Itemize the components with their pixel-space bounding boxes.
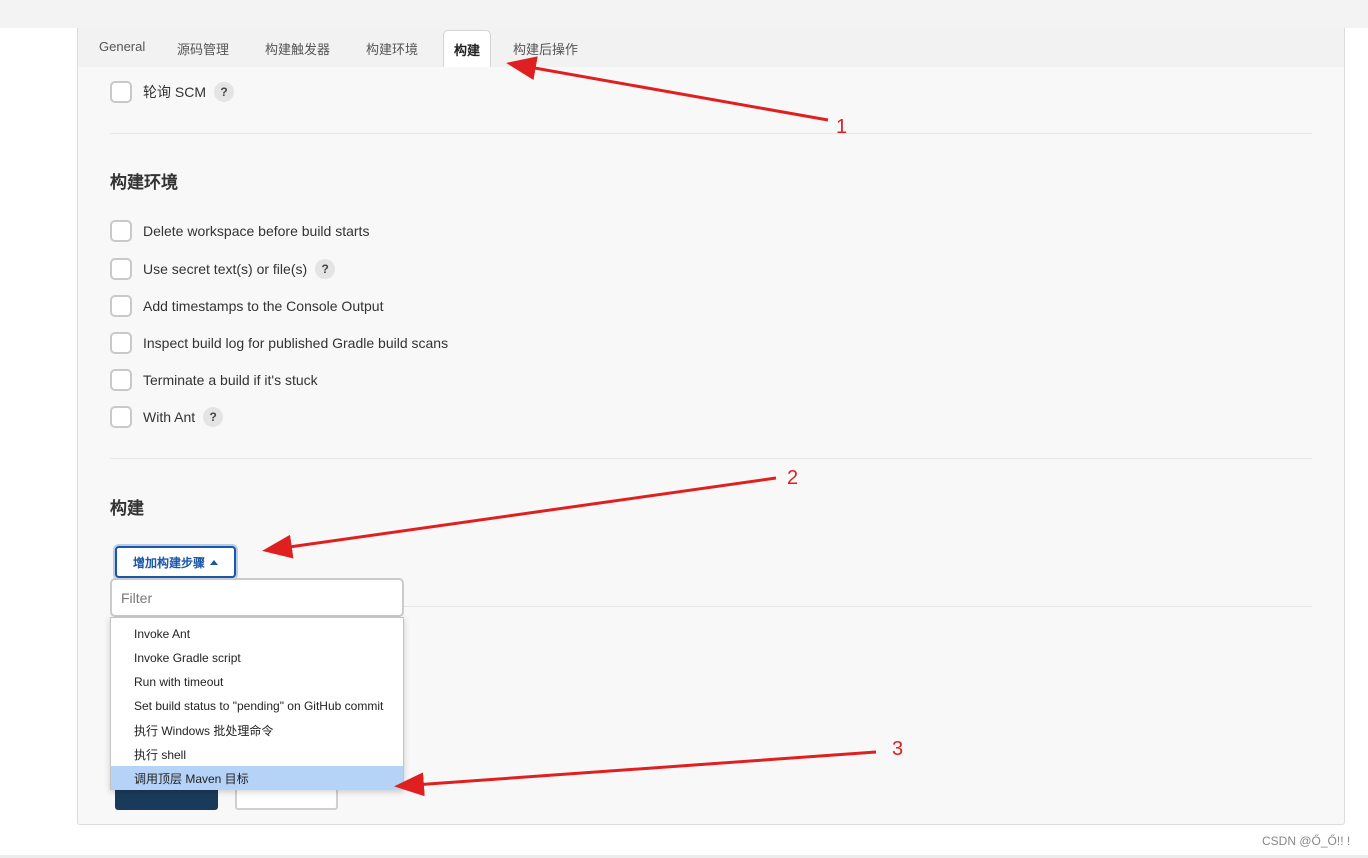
with-ant-checkbox[interactable]: [110, 406, 132, 428]
help-icon[interactable]: ?: [315, 259, 336, 279]
delete-workspace-checkbox[interactable]: [110, 220, 132, 242]
poll-scm-label: 轮询 SCM: [143, 84, 206, 100]
build-step-menu: Invoke Ant Invoke Gradle script Run with…: [110, 617, 404, 790]
browser-top-bar: [0, 0, 1368, 28]
tab-source-control[interactable]: 源码管理: [177, 39, 229, 58]
tab-build-triggers[interactable]: 构建触发器: [265, 39, 330, 58]
secret-text-checkbox[interactable]: [110, 258, 132, 280]
build-env-option-label: Delete workspace before build starts: [143, 223, 370, 239]
menu-item-maven-targets[interactable]: 调用顶层 Maven 目标: [111, 766, 403, 790]
build-env-option: Use secret text(s) or file(s) ?: [110, 258, 336, 280]
timestamps-checkbox[interactable]: [110, 295, 132, 317]
watermark: CSDN @Ő_Ő!! !: [1262, 834, 1351, 848]
add-build-step-label: 增加构建步骤: [132, 555, 205, 570]
help-icon[interactable]: ?: [203, 407, 224, 427]
tab-build-environment[interactable]: 构建环境: [366, 39, 418, 58]
menu-item-shell[interactable]: 执行 shell: [111, 742, 403, 766]
annotation-label-3: 3: [892, 738, 904, 760]
build-env-option-label: Terminate a build if it's stuck: [143, 372, 318, 388]
menu-item-invoke-gradle[interactable]: Invoke Gradle script: [111, 646, 403, 670]
terminate-stuck-checkbox[interactable]: [110, 369, 132, 391]
add-build-step-button[interactable]: 增加构建步骤: [115, 546, 236, 578]
filter-input[interactable]: [110, 578, 404, 617]
build-env-option-label: With Ant: [143, 409, 196, 425]
caret-up-icon: [210, 559, 218, 565]
tab-build[interactable]: 构建: [443, 30, 492, 67]
build-env-option: Terminate a build if it's stuck: [110, 369, 318, 391]
tab-post-build-actions[interactable]: 构建后操作: [513, 39, 578, 58]
build-env-option: Add timestamps to the Console Output: [110, 295, 383, 317]
poll-scm-option: 轮询 SCM ?: [110, 81, 234, 103]
build-env-option: Inspect build log for published Gradle b…: [110, 332, 448, 354]
gradle-scans-checkbox[interactable]: [110, 332, 132, 354]
build-environment-heading: 构建环境: [110, 173, 178, 192]
menu-item-run-with-timeout[interactable]: Run with timeout: [111, 670, 403, 694]
help-icon[interactable]: ?: [214, 82, 234, 102]
build-heading: 构建: [110, 499, 144, 518]
section-divider: [110, 458, 1312, 459]
build-env-option: With Ant ?: [110, 406, 224, 428]
tab-general[interactable]: General: [99, 39, 145, 54]
build-env-option-label: Inspect build log for published Gradle b…: [143, 335, 449, 351]
annotation-label-1: 1: [836, 116, 848, 138]
menu-item-invoke-ant[interactable]: Invoke Ant: [111, 622, 403, 646]
build-env-option: Delete workspace before build starts: [110, 220, 369, 242]
menu-item-github-pending[interactable]: Set build status to "pending" on GitHub …: [111, 694, 403, 718]
poll-scm-checkbox[interactable]: [110, 81, 132, 103]
annotation-label-2: 2: [787, 467, 799, 489]
build-env-option-label: Add timestamps to the Console Output: [143, 298, 384, 314]
section-divider: [110, 133, 1312, 134]
menu-item-windows-batch[interactable]: 执行 Windows 批处理命令: [111, 718, 403, 742]
config-tabs: General 源码管理 构建触发器 构建环境 构建 构建后操作: [78, 28, 1344, 67]
build-env-option-label: Use secret text(s) or file(s): [143, 261, 308, 277]
